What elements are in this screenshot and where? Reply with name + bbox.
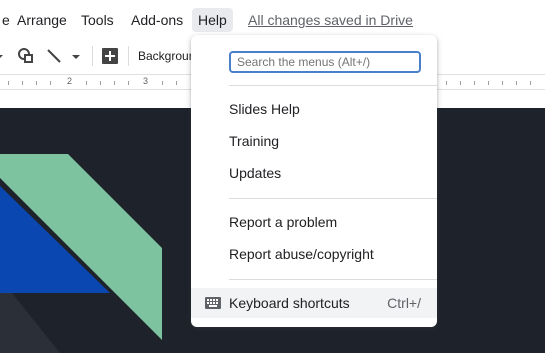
menu-tools[interactable]: Tools [75, 8, 120, 32]
help-menu-dropdown: Slides Help Training Updates Report a pr… [191, 35, 437, 327]
ruler-tick [50, 81, 51, 85]
ruler-tick [86, 81, 87, 85]
ruler-tick [114, 81, 115, 85]
ruler-number: 2 [67, 76, 73, 86]
ruler-tick [176, 81, 177, 85]
toolbar-separator [92, 46, 93, 66]
menu-search-input[interactable] [229, 51, 421, 73]
line-icon[interactable] [44, 46, 64, 66]
add-comment-icon[interactable] [100, 46, 120, 66]
ruler-tick [502, 81, 503, 85]
ruler-tick [446, 81, 447, 85]
shape-icon[interactable] [16, 46, 36, 66]
ruler-tick [488, 81, 489, 85]
menu-bar: e Arrange Tools Add-ons Help All changes… [0, 0, 545, 38]
menu-help[interactable]: Help [192, 8, 233, 32]
menu-addons[interactable]: Add-ons [125, 8, 189, 32]
menu-item-training[interactable]: Training [229, 129, 279, 153]
ruler-tick [474, 81, 475, 85]
line-dropdown-icon[interactable] [66, 46, 86, 66]
background-button[interactable]: Backgrour [138, 46, 193, 66]
dropdown-arrow-icon[interactable] [0, 46, 10, 66]
menu-item-updates[interactable]: Updates [229, 161, 281, 185]
keyboard-shortcuts-label: Keyboard shortcuts [229, 295, 350, 311]
menu-arrange[interactable]: Arrange [11, 8, 73, 32]
ruler-tick [162, 81, 163, 85]
toolbar-separator [128, 46, 129, 66]
ruler-tick [128, 81, 129, 85]
ruler-tick [22, 81, 23, 85]
menu-divider [229, 85, 437, 86]
menu-item-slides-help[interactable]: Slides Help [229, 97, 300, 121]
ruler-tick [8, 81, 9, 85]
keyboard-icon [205, 297, 221, 309]
saved-status-link[interactable]: All changes saved in Drive [248, 8, 413, 32]
slides-editor: e Arrange Tools Add-ons Help All changes… [0, 0, 545, 353]
ruler-tick [460, 81, 461, 85]
ruler-number: 3 [143, 76, 149, 86]
ruler-tick [530, 81, 531, 85]
menu-divider [229, 279, 437, 280]
ruler-tick [100, 81, 101, 85]
keyboard-shortcut-hint: Ctrl+/ [387, 295, 421, 311]
menu-item-keyboard-shortcuts[interactable]: Keyboard shortcuts Ctrl+/ [191, 288, 437, 318]
menu-item-report-abuse[interactable]: Report abuse/copyright [229, 242, 374, 266]
ruler-tick [36, 81, 37, 85]
ruler-tick [516, 81, 517, 85]
menu-divider [229, 198, 437, 199]
menu-item-report-problem[interactable]: Report a problem [229, 210, 337, 234]
